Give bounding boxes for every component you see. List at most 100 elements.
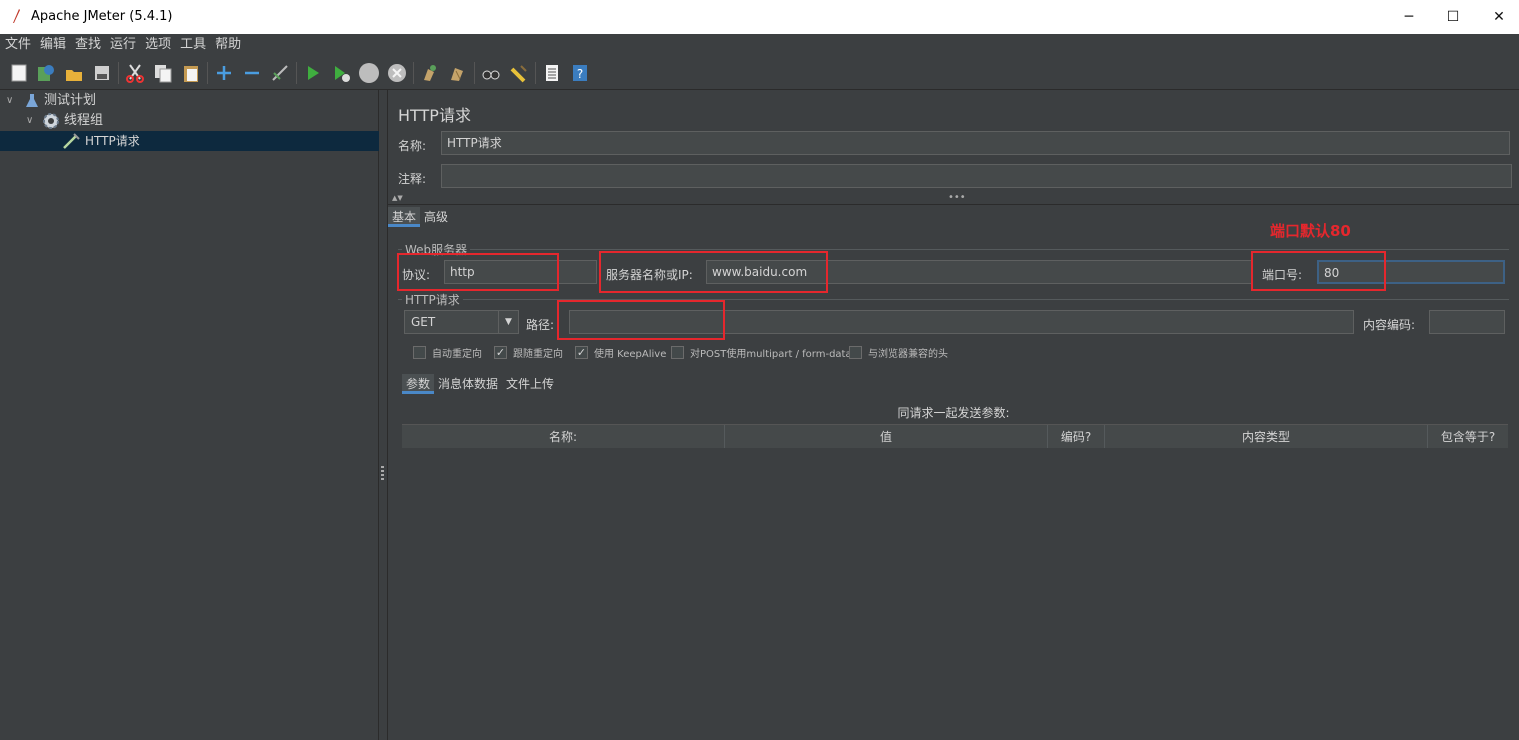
browser-headers-checkbox[interactable]: 与浏览器兼容的头 xyxy=(849,345,948,360)
name-label: 名称: xyxy=(398,139,427,153)
templates-icon[interactable] xyxy=(35,62,57,84)
open-icon[interactable] xyxy=(63,62,85,84)
server-field[interactable]: www.baidu.com xyxy=(706,260,1253,284)
drag-dots-icon[interactable]: ••• xyxy=(948,192,966,203)
svg-text:?: ? xyxy=(577,67,583,81)
close-button[interactable]: ✕ xyxy=(1476,0,1519,34)
multipart-checkbox[interactable]: 对POST使用multipart / form-data xyxy=(671,345,852,360)
server-label: 服务器名称或IP: xyxy=(606,268,693,282)
tab-body-data[interactable]: 消息体数据 xyxy=(434,374,502,394)
start-no-pause-icon[interactable] xyxy=(330,62,352,84)
params-tab-bar: 参数 消息体数据 文件上传 xyxy=(402,374,558,394)
shutdown-icon[interactable] xyxy=(386,62,408,84)
column-header-encode[interactable]: 编码? xyxy=(1048,425,1105,448)
path-label: 路径: xyxy=(526,318,555,332)
tree-item-label: HTTP请求 xyxy=(85,134,140,148)
column-header-include-equals[interactable]: 包含等于? xyxy=(1428,425,1508,448)
tree-item-label: 线程组 xyxy=(64,113,104,128)
panel-title: HTTP请求 xyxy=(398,106,471,125)
http-request-panel: HTTP请求 名称: HTTP请求 注释: ▲▼ ••• 基本 高级 Web服务… xyxy=(388,90,1519,740)
checkbox-box[interactable] xyxy=(671,346,684,359)
save-icon[interactable] xyxy=(91,62,113,84)
checkbox-label: 对POST使用multipart / form-data xyxy=(690,349,852,360)
encoding-field[interactable] xyxy=(1429,310,1505,334)
dropdown-arrow-icon[interactable]: ▼ xyxy=(498,311,518,333)
menu-help[interactable]: 帮助 xyxy=(215,34,241,56)
expand-icon[interactable] xyxy=(213,62,235,84)
maximize-button[interactable]: ☐ xyxy=(1430,0,1476,34)
gear-icon xyxy=(43,113,59,129)
test-plan-tree: ∨ 测试计划 ∨ 线程组 HTTP请求 xyxy=(0,90,379,740)
drag-handle-icon[interactable] xyxy=(381,466,384,480)
clear-icon[interactable] xyxy=(419,62,441,84)
web-server-group-title: Web服务器 xyxy=(402,241,471,258)
tree-item-test-plan[interactable]: ∨ 测试计划 xyxy=(0,91,379,111)
method-value: GET xyxy=(411,315,436,329)
checkbox-box[interactable] xyxy=(849,346,862,359)
title-bar: Apache JMeter (5.4.1) ─ ☐ ✕ xyxy=(0,0,1519,34)
method-select[interactable]: GET ▼ xyxy=(404,310,519,334)
menu-run[interactable]: 运行 xyxy=(110,34,136,56)
protocol-label: 协议: xyxy=(402,268,431,282)
copy-icon[interactable] xyxy=(152,62,174,84)
tab-file-upload[interactable]: 文件上传 xyxy=(502,374,558,394)
tree-item-thread-group[interactable]: ∨ 线程组 xyxy=(0,111,379,131)
toolbar: ? xyxy=(0,56,1519,90)
tab-advanced[interactable]: 高级 xyxy=(420,207,452,227)
path-field[interactable] xyxy=(569,310,1354,334)
checkmark-icon[interactable]: ✓ xyxy=(494,346,507,359)
help-icon[interactable]: ? xyxy=(569,62,591,84)
http-request-group-title: HTTP请求 xyxy=(402,291,463,308)
encoding-label: 内容编码: xyxy=(1363,318,1416,332)
tab-basic[interactable]: 基本 xyxy=(388,207,421,227)
collapse-icon[interactable] xyxy=(241,62,263,84)
start-icon[interactable] xyxy=(302,62,324,84)
params-caption: 同请求一起发送参数: xyxy=(897,406,1010,420)
comment-label: 注释: xyxy=(398,172,427,186)
port-annotation: 端口默认80 xyxy=(1270,222,1351,240)
menu-options[interactable]: 选项 xyxy=(145,34,171,56)
column-header-content-type[interactable]: 内容类型 xyxy=(1105,425,1428,448)
keepalive-checkbox[interactable]: ✓ 使用 KeepAlive xyxy=(575,345,666,360)
column-header-value[interactable]: 值 xyxy=(725,425,1048,448)
new-icon[interactable] xyxy=(8,62,30,84)
checkmark-icon[interactable]: ✓ xyxy=(575,346,588,359)
menu-search[interactable]: 查找 xyxy=(75,34,101,56)
port-label: 端口号: xyxy=(1262,268,1303,282)
menu-tools[interactable]: 工具 xyxy=(180,34,206,56)
protocol-field[interactable]: http xyxy=(444,260,597,284)
pipette-icon xyxy=(63,133,80,149)
menu-edit[interactable]: 编辑 xyxy=(40,34,66,56)
tab-parameters[interactable]: 参数 xyxy=(402,374,435,394)
toggle-icon[interactable] xyxy=(269,62,291,84)
checkbox-label: 自动重定向 xyxy=(432,349,482,360)
auto-redirect-checkbox[interactable]: 自动重定向 xyxy=(413,345,482,360)
follow-redirect-checkbox[interactable]: ✓ 跟随重定向 xyxy=(494,345,563,360)
reset-search-icon[interactable] xyxy=(508,62,530,84)
comment-field[interactable] xyxy=(441,164,1512,188)
cut-icon[interactable] xyxy=(124,62,146,84)
checkbox-box[interactable] xyxy=(413,346,426,359)
name-field[interactable]: HTTP请求 xyxy=(441,131,1510,155)
tree-item-http-request[interactable]: HTTP请求 xyxy=(0,131,379,151)
params-table-header: 名称: 值 编码? 内容类型 包含等于? xyxy=(402,424,1508,448)
tree-item-label: 测试计划 xyxy=(44,93,97,108)
tab-bar: 基本 高级 xyxy=(388,207,452,227)
minimize-button[interactable]: ─ xyxy=(1386,0,1432,34)
menu-file[interactable]: 文件 xyxy=(5,34,31,56)
split-pane-divider[interactable] xyxy=(379,90,388,740)
paste-icon[interactable] xyxy=(180,62,202,84)
collapse-arrows-icon[interactable]: ▲▼ xyxy=(392,194,403,202)
function-helper-icon[interactable] xyxy=(541,62,563,84)
search-icon[interactable] xyxy=(480,62,502,84)
stop-icon[interactable] xyxy=(358,62,380,84)
checkbox-label: 使用 KeepAlive xyxy=(594,349,667,360)
column-header-name[interactable]: 名称: xyxy=(402,425,725,448)
chevron-down-icon[interactable]: ∨ xyxy=(26,111,33,131)
chevron-down-icon[interactable]: ∨ xyxy=(6,91,13,111)
flask-icon xyxy=(26,94,38,107)
clear-all-icon[interactable] xyxy=(447,62,469,84)
window-title: Apache JMeter (5.4.1) xyxy=(31,9,173,24)
port-field[interactable]: 80 xyxy=(1317,260,1505,284)
checkbox-label: 与浏览器兼容的头 xyxy=(868,349,948,360)
